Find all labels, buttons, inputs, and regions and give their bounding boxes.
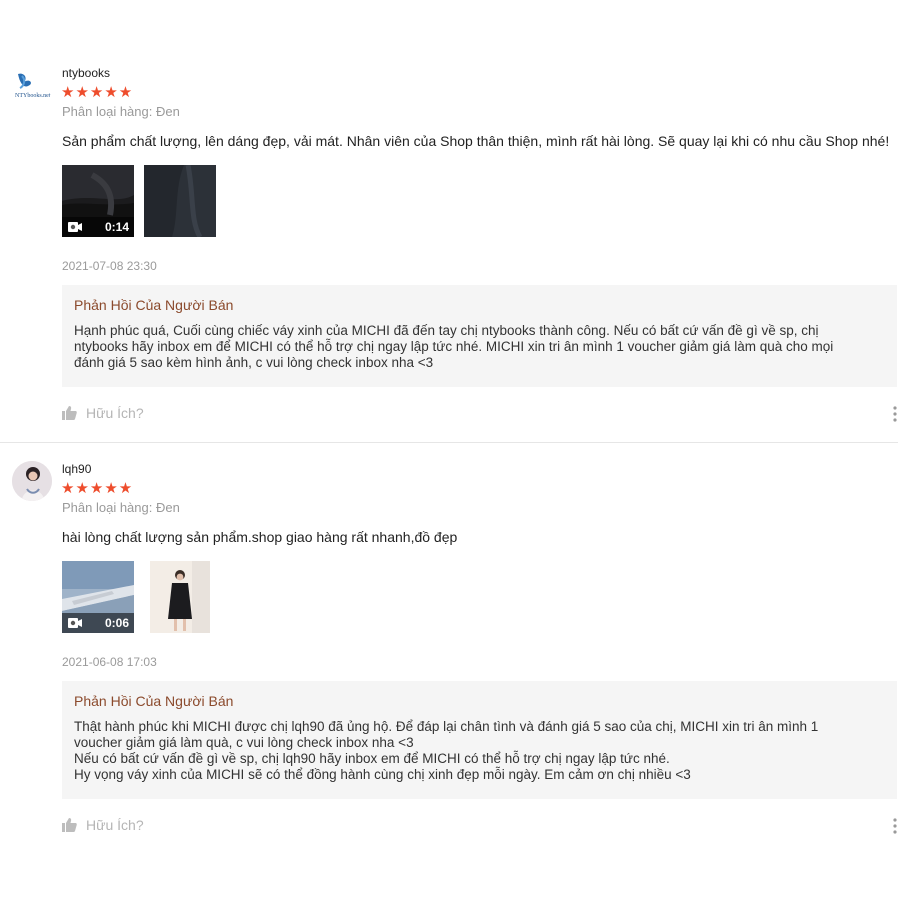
review-image-thumbnail[interactable] (150, 561, 210, 633)
review-date: 2021-06-08 17:03 (62, 655, 157, 669)
username[interactable]: lqh90 (62, 462, 91, 476)
review-video-thumbnail[interactable]: 0:06 (62, 561, 134, 633)
rating-stars: ★★★★★ (61, 480, 134, 497)
video-duration-bar: 0:06 (62, 613, 134, 633)
video-camera-icon (68, 618, 82, 628)
seller-reply-title: Phản Hồi Của Người Bán (74, 693, 234, 709)
review-content: hài lòng chất lượng sản phẩm.shop giao h… (62, 529, 458, 545)
user-avatar-photo (12, 461, 52, 501)
review-item: lqh90 ★★★★★ Phân loại hàng: Đen hài lòng… (0, 0, 908, 908)
video-duration: 0:06 (104, 616, 129, 630)
product-variation: Phân loại hàng: Đen (62, 500, 180, 515)
helpful-label: Hữu Ích? (86, 817, 144, 833)
seller-reply-text: Thật hành phúc khi MICHI được chị lqh90 … (74, 719, 819, 782)
review-photo (150, 561, 210, 633)
seller-reply: Phản Hồi Của Người Bán Thật hành phúc kh… (62, 681, 897, 799)
avatar[interactable] (12, 461, 52, 501)
more-options-icon[interactable] (892, 817, 898, 835)
thumbs-up-icon (62, 818, 77, 832)
